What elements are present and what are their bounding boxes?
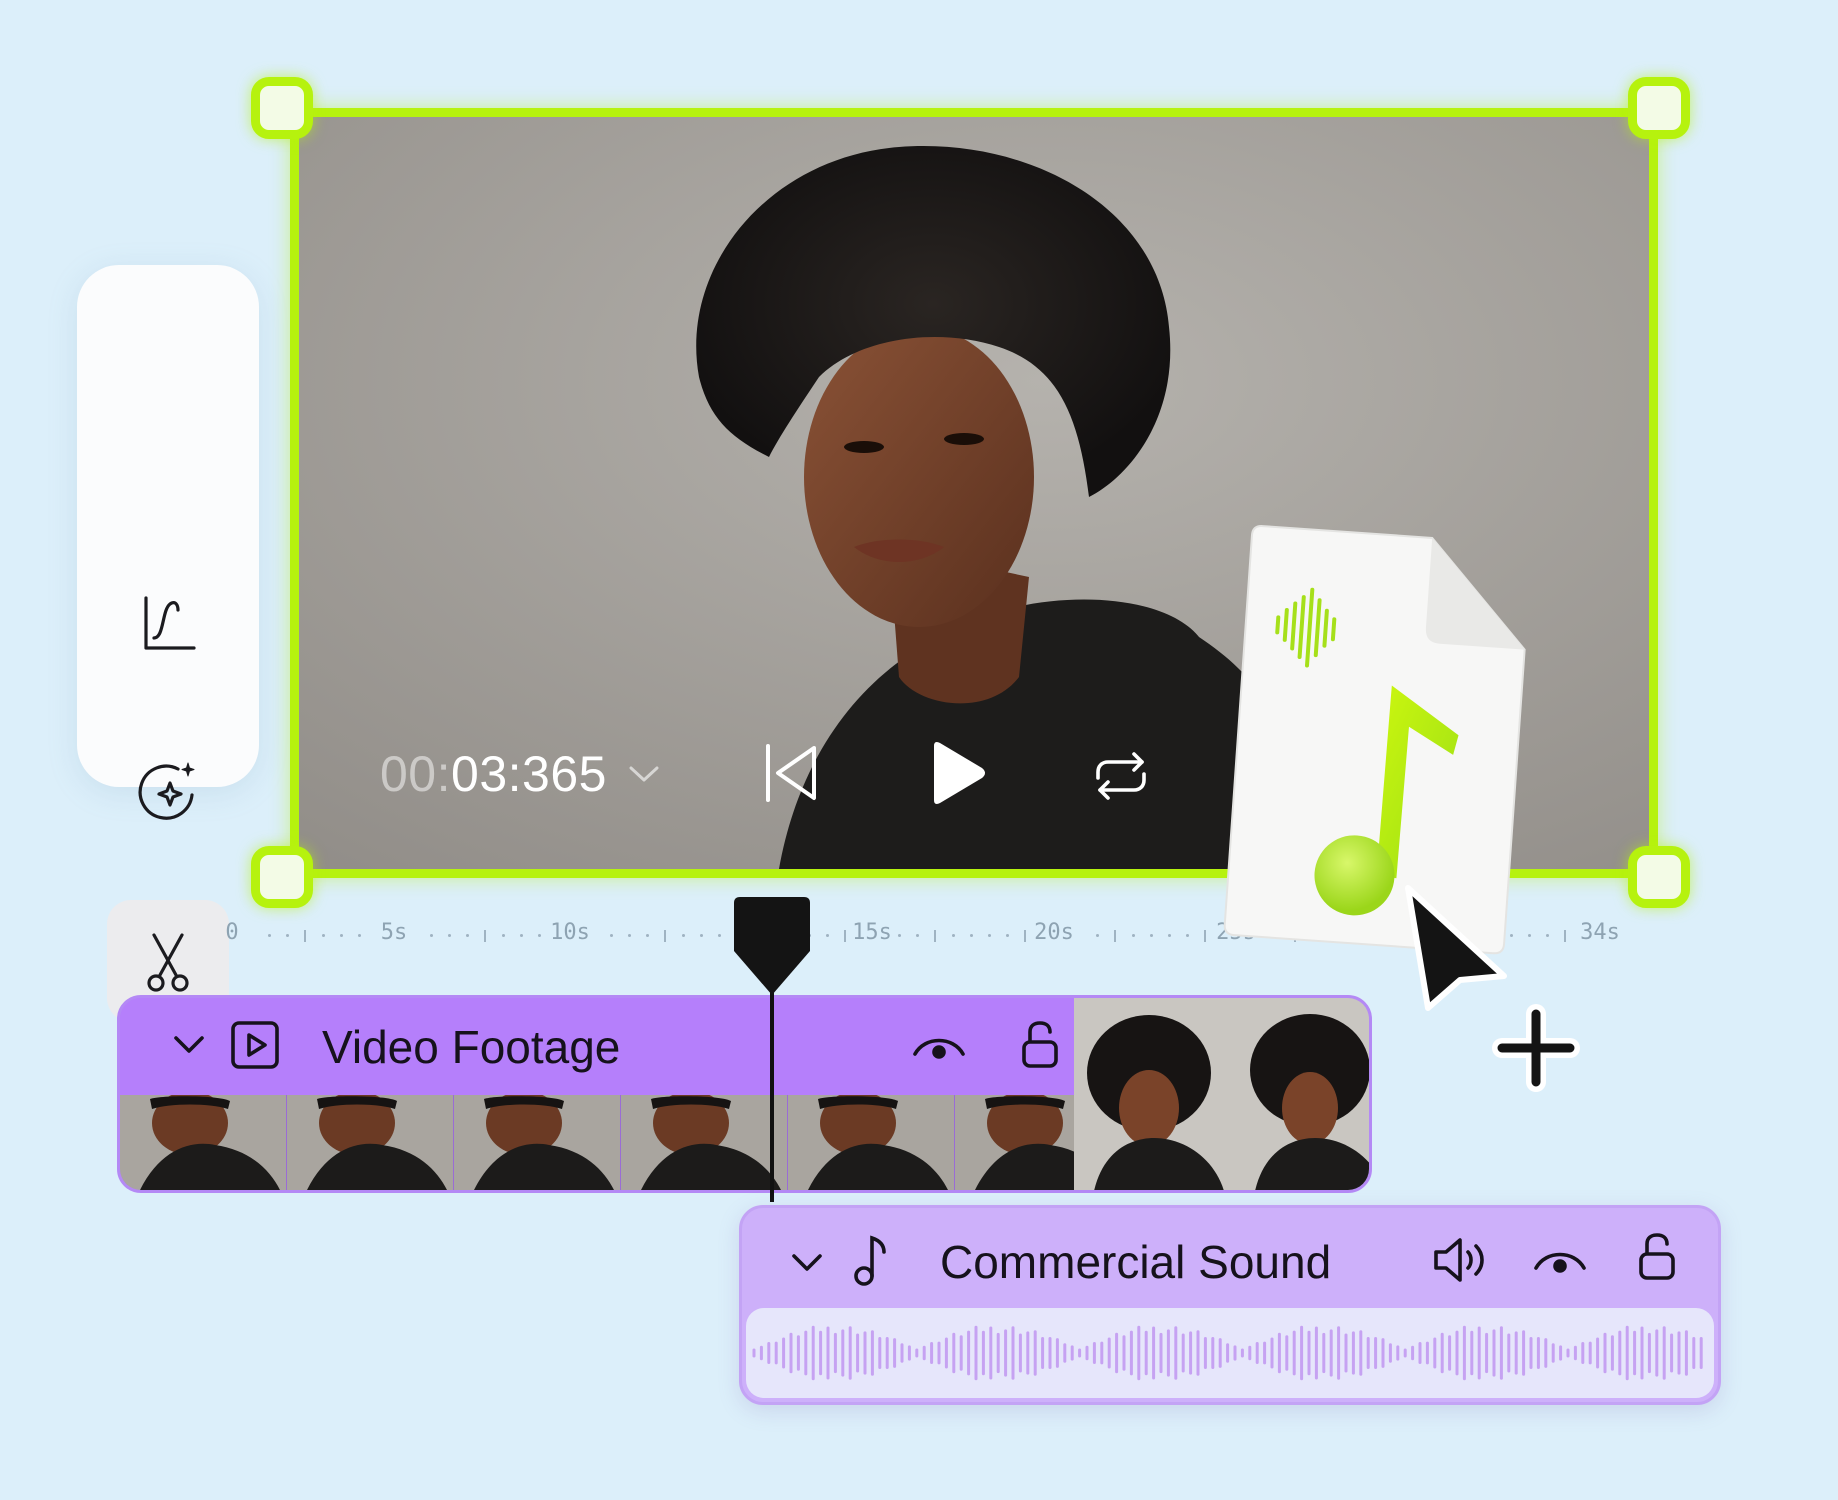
ruler-minor-tick — [322, 934, 325, 937]
curve-icon — [144, 596, 196, 650]
ruler-major-tick — [844, 930, 846, 942]
ruler-major-tick — [304, 930, 306, 942]
ruler-minor-tick — [682, 934, 685, 937]
mouse-cursor-icon — [1405, 885, 1507, 1011]
video-filmstrip — [120, 1095, 1122, 1190]
play-button[interactable] — [928, 740, 988, 811]
video-thumbnail — [1240, 998, 1369, 1190]
ruler-minor-tick — [1006, 934, 1009, 937]
loop-icon — [1096, 752, 1146, 800]
ruler-label: 10s — [550, 920, 590, 945]
video-track-label: Video Footage — [322, 1021, 621, 1073]
timecode-hours: 00: — [380, 746, 452, 802]
ruler-minor-tick — [898, 934, 901, 937]
ruler-minor-tick — [466, 934, 469, 937]
volume-icon[interactable] — [1432, 1236, 1488, 1284]
ruler-minor-tick — [1150, 934, 1153, 937]
timecode-value: 03:365 — [451, 746, 607, 802]
ruler-minor-tick — [952, 934, 955, 937]
ruler-minor-tick — [520, 934, 523, 937]
ruler-minor-tick — [610, 934, 613, 937]
video-thumbnail — [788, 1095, 955, 1190]
ruler-minor-tick — [358, 934, 361, 937]
chevron-down-icon — [629, 766, 659, 782]
visibility-icon[interactable] — [1532, 1242, 1588, 1278]
resize-handle-top-right[interactable] — [1628, 77, 1690, 139]
video-thumbnail — [1074, 998, 1240, 1190]
chevron-down-icon[interactable] — [790, 1250, 824, 1274]
ruler-minor-tick — [718, 934, 721, 937]
ruler-minor-tick — [646, 934, 649, 937]
plus-icon — [1492, 1004, 1580, 1092]
ruler-minor-tick — [988, 934, 991, 937]
play-icon — [934, 742, 985, 804]
chevron-down-icon[interactable] — [172, 1032, 206, 1056]
ai-enhance-tool-button[interactable] — [107, 730, 229, 852]
ruler-minor-tick — [430, 934, 433, 937]
video-thumbnail — [454, 1095, 621, 1190]
waveform-graphic — [752, 1325, 1703, 1381]
video-thumbnail — [287, 1095, 454, 1190]
audio-track-label: Commercial Sound — [940, 1236, 1332, 1288]
video-track[interactable]: Video Footage — [117, 995, 1372, 1193]
loop-button[interactable] — [1088, 748, 1154, 809]
ruler-minor-tick — [268, 934, 271, 937]
ruler-label: 34s — [1580, 920, 1620, 945]
unlock-icon[interactable] — [1020, 1020, 1060, 1070]
unlock-icon[interactable] — [1637, 1232, 1677, 1282]
playhead-handle[interactable] — [734, 897, 810, 997]
ruler-minor-tick — [538, 934, 541, 937]
ruler-minor-tick — [628, 934, 631, 937]
audio-track[interactable]: Commercial Sound — [739, 1205, 1721, 1405]
visibility-icon[interactable] — [911, 1028, 967, 1064]
ruler-label: 15s — [852, 920, 892, 945]
ruler-minor-tick — [1096, 934, 1099, 937]
ruler-minor-tick — [916, 934, 919, 937]
resize-handle-bottom-left[interactable] — [251, 846, 313, 908]
ruler-minor-tick — [826, 934, 829, 937]
ruler-minor-tick — [1186, 934, 1189, 937]
tool-panel — [77, 265, 259, 1022]
ruler-minor-tick — [1168, 934, 1171, 937]
timecode-display[interactable]: 00: 03:365 — [380, 745, 661, 803]
ruler-major-tick — [1564, 930, 1566, 942]
video-track-header: Video Footage — [120, 998, 1103, 1098]
audio-waveform — [746, 1308, 1714, 1398]
ruler-major-tick — [664, 930, 666, 942]
skip-back-icon — [766, 744, 816, 802]
ruler-minor-tick — [340, 934, 343, 937]
ruler-label: 5s — [380, 920, 408, 945]
ruler-major-tick — [1114, 930, 1116, 942]
ruler-minor-tick — [286, 934, 289, 937]
ruler-major-tick — [1024, 930, 1026, 942]
ruler-major-tick — [934, 930, 936, 942]
ruler-minor-tick — [502, 934, 505, 937]
ruler-major-tick — [1204, 930, 1206, 942]
ruler-label: 20s — [1034, 920, 1074, 945]
resize-handle-top-left[interactable] — [251, 77, 313, 139]
resize-handle-bottom-right[interactable] — [1628, 846, 1690, 908]
video-thumbnail — [120, 1095, 287, 1190]
ruler-minor-tick — [700, 934, 703, 937]
skip-to-start-button[interactable] — [762, 742, 820, 809]
curve-tool-button[interactable] — [107, 563, 229, 685]
ruler-minor-tick — [1132, 934, 1135, 937]
magic-enhance-icon — [138, 762, 195, 820]
ruler-label: 0 — [225, 920, 239, 945]
video-clip-icon — [231, 1021, 279, 1069]
video-thumbnail — [621, 1095, 788, 1190]
ruler-major-tick — [484, 930, 486, 942]
ruler-minor-tick — [448, 934, 451, 937]
scissors-icon — [147, 933, 189, 992]
playhead-line — [770, 980, 774, 1202]
music-note-icon — [854, 1235, 886, 1286]
ruler-minor-tick — [970, 934, 973, 937]
